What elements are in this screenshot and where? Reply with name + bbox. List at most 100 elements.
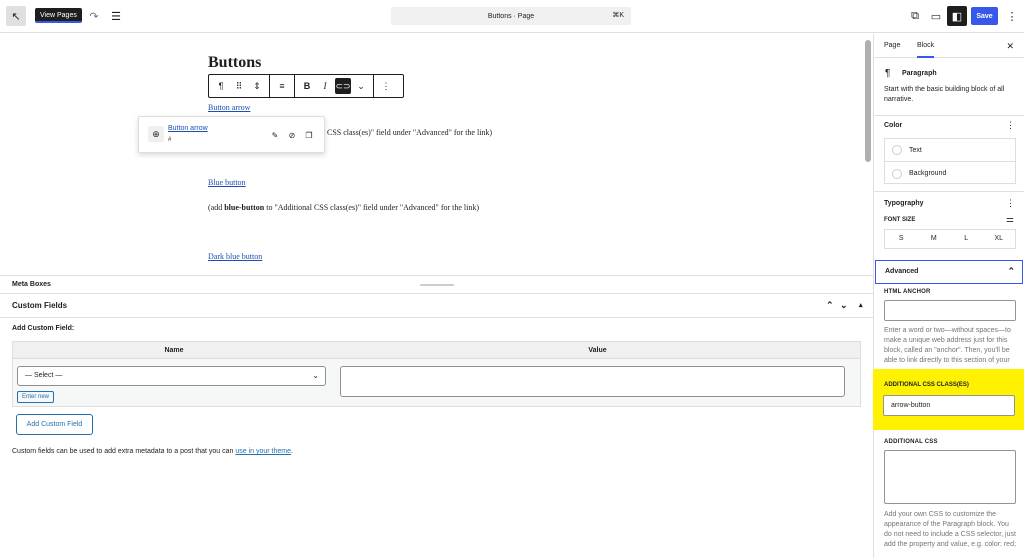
bold-icon[interactable]: B (299, 78, 315, 94)
unlink-icon[interactable]: ⊘ (286, 129, 298, 141)
editor-scrollbar[interactable] (865, 40, 871, 162)
chevron-down-icon[interactable]: ⌄ (353, 78, 369, 94)
html-anchor-input[interactable] (884, 300, 1016, 321)
background-color-swatch (892, 168, 902, 179)
font-size-xl[interactable]: XL (983, 230, 1016, 248)
custom-fields-note: Custom fields can be used to add extra m… (12, 448, 293, 455)
move-down-icon[interactable]: ⌄ (840, 300, 848, 311)
use-in-theme-link[interactable]: use in your theme (235, 448, 291, 455)
toggle-panel-icon[interactable]: ▴ (859, 301, 863, 309)
post-title[interactable]: Buttons (208, 54, 261, 72)
block-description: Start with the basic building block of a… (884, 86, 1005, 103)
tab-block[interactable]: Block (917, 34, 935, 58)
css-class-label: ADDITIONAL CSS CLASS(ES) (884, 382, 969, 388)
font-size-m[interactable]: M (918, 230, 951, 248)
note-prefix: Custom fields can be used to add extra m… (12, 448, 236, 455)
editor-canvas: Buttons ¶ ⠿ ⇕ ≡ B I ⊂⊃ ⌄ ⋮ Button arrow … (0, 34, 862, 275)
settings-sidebar: Page Block ✕ ¶ Paragraph Start with the … (873, 34, 1024, 558)
blue-button-link[interactable]: Blue button (208, 178, 246, 187)
color-options-icon[interactable]: ⋮ (1006, 120, 1015, 131)
save-button[interactable]: Save (971, 7, 998, 25)
shortcut-hint: ⌘K (612, 12, 624, 19)
custom-field-table: Name Value — Select — ⌄ Enter new (12, 341, 861, 407)
font-size-s[interactable]: S (885, 230, 918, 248)
block-options-icon[interactable]: ⋮ (378, 78, 394, 94)
close-icon[interactable]: ✕ (1006, 34, 1014, 58)
copy-icon[interactable]: ❐ (303, 129, 315, 141)
line2-bold: blue-button (224, 203, 265, 212)
typography-panel-title: Typography (884, 200, 924, 207)
html-anchor-label: HTML ANCHOR (884, 289, 931, 295)
typography-options-icon[interactable]: ⋮ (1006, 198, 1015, 209)
popover-link-text[interactable]: Button arrow (168, 125, 208, 132)
font-size-l[interactable]: L (950, 230, 983, 248)
view-external-icon[interactable]: ⧉ (905, 6, 925, 26)
paragraph-partial[interactable]: CSS class(es)" field under "Advanced" fo… (327, 128, 492, 137)
custom-fields-header: Custom Fields ⌃ ⌄ ▴ (0, 294, 873, 318)
paragraph-icon: ¶ (885, 68, 891, 79)
list-view-icon[interactable]: ☰ (106, 6, 126, 26)
text-color-label: Text (909, 146, 922, 154)
advanced-title: Advanced (885, 268, 919, 275)
view-pages-tooltip: View Pages (35, 8, 82, 23)
name-select[interactable]: — Select — ⌄ (17, 366, 326, 386)
value-column-header: Value (335, 342, 860, 359)
italic-icon[interactable]: I (317, 78, 333, 94)
line2-suffix: to "Additional CSS class(es)" field unde… (264, 203, 480, 212)
paragraph-icon[interactable]: ¶ (213, 78, 229, 94)
globe-icon: ⊕ (148, 126, 164, 142)
move-up-icon[interactable]: ⌃ (826, 300, 834, 311)
popover-link-url: # (168, 137, 172, 143)
block-toolbar: ¶ ⠿ ⇕ ≡ B I ⊂⊃ ⌄ ⋮ (208, 74, 404, 98)
block-name: Paragraph (902, 70, 937, 77)
additional-css-help: Add your own CSS to customize the appear… (884, 511, 1016, 548)
link-icon[interactable]: ⊂⊃ (335, 78, 351, 94)
link-popover: ⊕ Button arrow # ✎ ⊘ ❐ (138, 116, 325, 153)
html-anchor-help: Enter a word or two—without spaces—to ma… (884, 327, 1011, 364)
align-icon[interactable]: ≡ (274, 78, 290, 94)
drag-handle-icon[interactable]: ⠿ (231, 78, 247, 94)
preview-desktop-icon[interactable]: ▭ (926, 6, 946, 26)
paragraph-blue-button[interactable]: (add blue-button to "Additional CSS clas… (208, 203, 479, 212)
command-palette-button[interactable]: Buttons · Page ⌘K (391, 7, 631, 25)
text-color-option[interactable]: Text (885, 139, 1015, 162)
more-options-icon[interactable]: ⋮ (1002, 6, 1022, 26)
add-custom-field-label: Add Custom Field: (12, 325, 75, 332)
color-panel-title: Color (884, 122, 903, 129)
font-size-label: FONT SIZE (884, 217, 916, 223)
additional-css-label: ADDITIONAL CSS (884, 439, 938, 445)
redo-icon[interactable]: ↷ (84, 6, 104, 26)
back-arrow-icon[interactable]: ↖ (6, 6, 26, 26)
additional-css-textarea[interactable] (884, 450, 1016, 504)
advanced-panel-toggle[interactable]: Advanced ⌃ (875, 260, 1023, 284)
chevron-down-icon: ⌄ (312, 371, 319, 380)
meta-boxes-title: Meta Boxes (12, 281, 51, 288)
color-options: Text Background (884, 138, 1016, 184)
note-suffix: . (291, 448, 293, 455)
edit-pencil-icon[interactable]: ✎ (269, 129, 281, 141)
document-title: Buttons · Page (487, 12, 535, 20)
settings-sidebar-icon[interactable]: ◧ (947, 6, 967, 26)
resize-handle[interactable] (420, 284, 454, 286)
css-class-input[interactable]: arrow-button (883, 395, 1015, 416)
font-size-settings-icon[interactable]: ⚌ (1006, 214, 1014, 225)
block-card: ¶ Paragraph Start with the basic buildin… (874, 58, 1024, 116)
background-color-label: Background (909, 170, 947, 177)
name-select-value: — Select — (25, 372, 63, 379)
dark-blue-button-link[interactable]: Dark blue button (208, 252, 262, 261)
text-color-swatch (892, 145, 902, 155)
sidebar-tabs: Page Block ✕ (874, 34, 1024, 58)
chevron-up-icon: ⌃ (1007, 266, 1015, 276)
button-arrow-link[interactable]: Button arrow (208, 103, 250, 112)
custom-fields-title: Custom Fields (12, 301, 68, 310)
name-column-header: Name (13, 342, 335, 359)
add-custom-field-button[interactable]: Add Custom Field (16, 414, 93, 435)
tab-page[interactable]: Page (884, 34, 900, 58)
meta-boxes-panel: Meta Boxes Custom Fields ⌃ ⌄ ▴ Add Custo… (0, 275, 873, 558)
enter-new-button[interactable]: Enter new (17, 391, 55, 403)
background-color-option[interactable]: Background (885, 162, 1015, 185)
move-up-down-icon[interactable]: ⇕ (249, 78, 265, 94)
font-size-picker: S M L XL (884, 229, 1016, 249)
value-textarea[interactable] (340, 366, 845, 397)
meta-boxes-header[interactable]: Meta Boxes (0, 276, 873, 294)
